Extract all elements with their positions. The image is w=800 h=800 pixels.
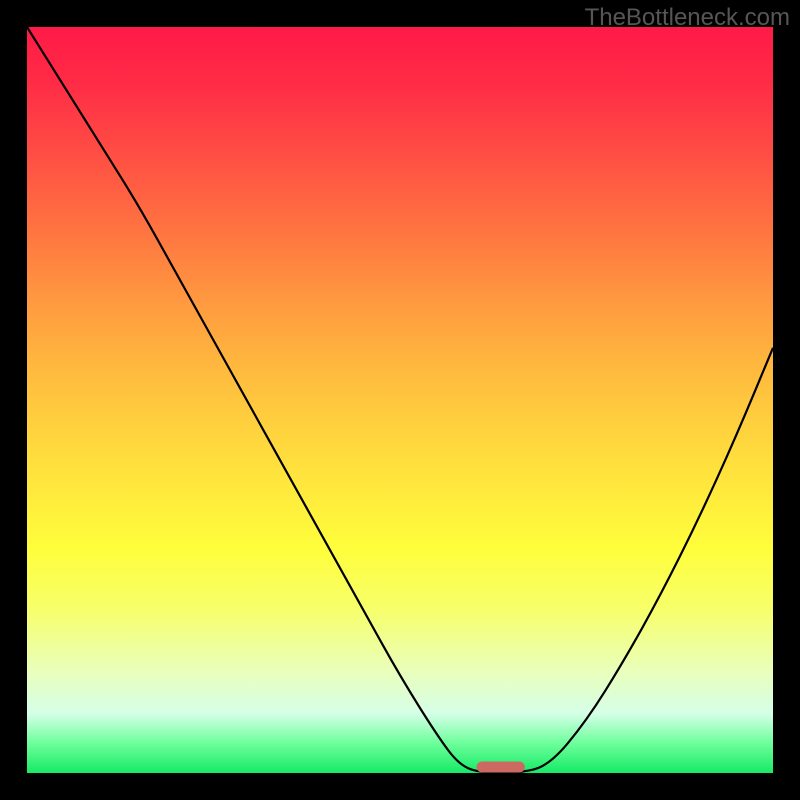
- bottleneck-curve-svg: [27, 27, 773, 773]
- bottleneck-curve: [27, 27, 773, 773]
- watermark-text: TheBottleneck.com: [585, 4, 790, 32]
- plot-area: [27, 27, 773, 773]
